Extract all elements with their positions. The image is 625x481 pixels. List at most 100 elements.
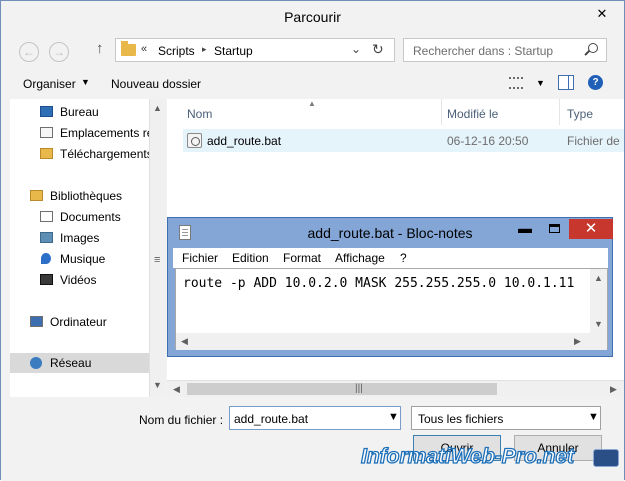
file-name: add_route.bat [207, 134, 282, 148]
breadcrumb-startup[interactable]: Startup [214, 44, 253, 58]
sidebar-item-label: Images [60, 231, 100, 245]
desktop-icon [40, 106, 53, 117]
sidebar-scrollbar[interactable]: ▲ ≡ ▼ [149, 99, 166, 397]
sidebar-item-network[interactable]: Réseau [10, 353, 149, 373]
title-bar: Parcourir ✕ [1, 1, 624, 33]
sidebar-item-label: Bureau [60, 105, 99, 119]
organise-caret-icon[interactable]: ▼ [81, 77, 90, 87]
refresh-icon[interactable]: ↻ [372, 41, 384, 58]
search-icon[interactable] [588, 43, 598, 53]
back-icon[interactable]: ← [19, 42, 39, 62]
filename-input[interactable]: add_route.bat ▼ [229, 406, 401, 430]
watermark-text: InformatiWeb-Pro.net [360, 444, 575, 468]
scroll-right-icon[interactable]: ▶ [574, 336, 581, 347]
breadcrumb-separator-icon[interactable]: ▸ [202, 44, 207, 55]
file-list-scrollbar[interactable]: ◀ ||| ▶ [167, 380, 624, 397]
filename-value: add_route.bat [234, 412, 309, 426]
sidebar-item-images[interactable]: Images [10, 228, 150, 248]
view-caret-icon[interactable]: ▼ [536, 78, 545, 88]
scroll-left-icon[interactable]: ◀ [181, 336, 188, 347]
notepad-menu-bar: Fichier Edition Format Affichage ? [173, 248, 608, 268]
sidebar-item-videos[interactable]: Vidéos [10, 270, 150, 290]
sidebar-item-bureau[interactable]: Bureau [10, 102, 150, 122]
laptop-logo-icon [593, 449, 619, 467]
documents-icon [40, 211, 53, 222]
downloads-folder-icon [40, 148, 53, 159]
file-type: Fichier de [567, 134, 620, 148]
sort-ascending-icon: ▲ [308, 99, 316, 108]
view-options-icon[interactable] [509, 77, 523, 89]
sidebar-item-label: Téléchargements [60, 147, 150, 161]
scroll-left-icon[interactable]: ◀ [173, 384, 180, 395]
sidebar-item-computer[interactable]: Ordinateur [10, 312, 150, 332]
sidebar-item-label: Ordinateur [50, 315, 107, 329]
scroll-right-icon[interactable]: ▶ [610, 384, 617, 395]
new-folder-button[interactable]: Nouveau dossier [111, 77, 201, 91]
scroll-thumb[interactable]: ||| [187, 383, 497, 395]
filetype-select[interactable]: Tous les fichiers ▼ [411, 406, 601, 430]
navigation-pane: Bureau Emplacements récents Téléchargeme… [10, 99, 166, 397]
videos-icon [40, 274, 53, 285]
sidebar-item-label: Vidéos [60, 273, 97, 287]
menu-help[interactable]: ? [400, 251, 407, 265]
column-divider[interactable] [441, 99, 442, 125]
filetype-value: Tous les fichiers [418, 412, 504, 426]
folder-icon [121, 41, 136, 56]
computer-icon [30, 316, 43, 327]
chevron-down-icon[interactable]: ▼ [588, 411, 599, 423]
chevron-down-icon[interactable]: ▼ [388, 411, 399, 423]
file-row[interactable]: add_route.bat 06-12-16 20:50 Fichier de [183, 129, 624, 152]
notepad-content[interactable]: route -p ADD 10.0.2.0 MASK 255.255.255.0… [183, 276, 574, 291]
column-divider[interactable] [559, 99, 560, 125]
notepad-horizontal-scrollbar[interactable]: ◀ ▶ [176, 333, 590, 350]
menu-affichage[interactable]: Affichage [335, 251, 385, 265]
column-header-modified[interactable]: Modifié le [447, 107, 498, 121]
sidebar-item-label: Réseau [50, 356, 92, 370]
sidebar-item-label: Emplacements récents [60, 126, 150, 140]
scroll-up-icon[interactable]: ▲ [594, 273, 603, 283]
breadcrumb-scripts[interactable]: Scripts [158, 44, 195, 58]
close-icon[interactable]: ✕ [589, 5, 615, 23]
sidebar-item-downloads[interactable]: Téléchargements [10, 144, 150, 164]
address-bar[interactable]: « Scripts ▸ Startup ⌄ ↻ [115, 38, 395, 62]
minimize-icon[interactable]: ▬ [511, 219, 539, 239]
forward-icon[interactable]: → [49, 42, 69, 62]
notepad-vertical-scrollbar[interactable]: ▲ ▼ [590, 269, 607, 333]
sidebar-item-label: Bibliothèques [50, 189, 123, 203]
organise-button[interactable]: Organiser [23, 77, 76, 91]
sidebar-item-recent[interactable]: Emplacements récents [10, 123, 150, 143]
browse-dialog: Parcourir ✕ ← → ↑ « Scripts ▸ Startup ⌄ … [0, 0, 625, 481]
batch-file-icon [187, 133, 202, 148]
search-input[interactable]: Rechercher dans : Startup [403, 38, 607, 62]
scroll-up-icon[interactable]: ▲ [153, 103, 162, 113]
sidebar-item-libraries[interactable]: Bibliothèques [10, 186, 150, 206]
notepad-editor[interactable]: route -p ADD 10.0.2.0 MASK 255.255.255.0… [175, 268, 608, 350]
up-arrow-icon[interactable]: ↑ [96, 40, 104, 57]
scroll-down-icon[interactable]: ▼ [594, 319, 603, 329]
menu-fichier[interactable]: Fichier [182, 251, 218, 265]
sidebar-item-documents[interactable]: Documents [10, 207, 150, 227]
file-modified: 06-12-16 20:50 [447, 134, 529, 148]
command-toolbar: Organiser ▼ Nouveau dossier ▼ ? [1, 69, 624, 99]
notepad-close-icon[interactable]: ✕ [569, 219, 613, 239]
scroll-down-icon[interactable]: ▼ [153, 380, 162, 390]
images-icon [40, 232, 53, 243]
maximize-box [548, 224, 560, 234]
dialog-title: Parcourir [284, 9, 341, 25]
libraries-icon [30, 190, 43, 201]
scroll-grip-icon[interactable]: ≡ [154, 254, 160, 266]
sidebar-item-music[interactable]: Musique [10, 249, 150, 269]
sidebar-item-label: Documents [60, 210, 121, 224]
scrollbar-corner [590, 333, 607, 350]
notepad-title-bar[interactable]: add_route.bat - Bloc-notes ▬ ✕ [168, 218, 613, 248]
column-header-type[interactable]: Type [567, 107, 593, 121]
menu-edition[interactable]: Edition [232, 251, 269, 265]
filename-label: Nom du fichier : [139, 413, 224, 427]
column-header-name[interactable]: Nom [187, 107, 212, 121]
address-overflow-icon[interactable]: « [141, 43, 147, 55]
help-icon[interactable]: ? [588, 75, 603, 90]
preview-pane-icon[interactable] [558, 75, 574, 90]
maximize-icon[interactable] [540, 219, 568, 239]
menu-format[interactable]: Format [283, 251, 321, 265]
chevron-down-icon[interactable]: ⌄ [351, 42, 361, 56]
